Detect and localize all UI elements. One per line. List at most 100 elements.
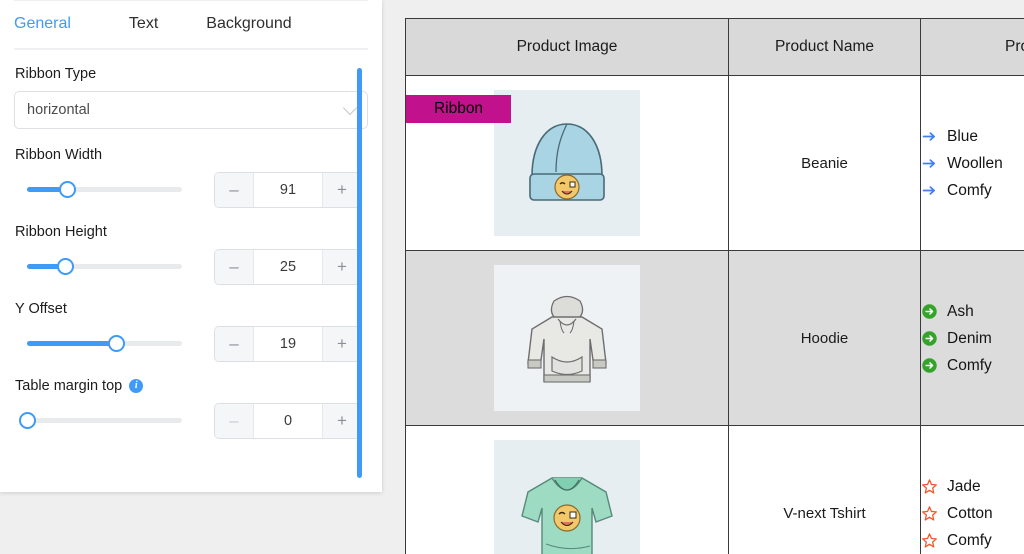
feature-label: Comfy [947, 181, 992, 199]
table-margin-top-stepper[interactable]: – 0 + [214, 403, 362, 439]
table-row: Ribbon Beanie Blue Woollen Comfy [405, 75, 1024, 251]
feature-label: Blue [947, 127, 979, 145]
panel-scrollbar[interactable] [357, 68, 362, 478]
table-margin-top-slider[interactable] [18, 411, 182, 431]
feature-list: Blue Woollen Comfy [921, 123, 1024, 204]
feature-label: Ash [947, 302, 974, 320]
y-offset-decrement[interactable]: – [215, 327, 254, 361]
circle-arrow-right-icon [922, 357, 937, 373]
table-margin-top-label: Table margin top i [15, 378, 368, 394]
tab-background[interactable]: Background [206, 15, 291, 33]
ribbon-width-value[interactable]: 91 [254, 173, 322, 207]
table-row: V-next Tshirt Jade Cotton Comfy [405, 425, 1024, 554]
feature-label: Cotton [947, 504, 993, 522]
feature-label: Jade [947, 477, 981, 495]
ribbon-width-decrement[interactable]: – [215, 173, 254, 207]
feature-label: Denim [947, 329, 992, 347]
ribbon-width-increment[interactable]: + [322, 173, 361, 207]
slider-rail [27, 418, 182, 423]
y-offset-slider[interactable] [27, 334, 182, 354]
ribbon-width-label: Ribbon Width [15, 147, 103, 163]
cell-product-image [405, 250, 729, 426]
app-root: General Text Background Ribbon Type hori… [0, 0, 1024, 554]
ribbon-height-label: Ribbon Height [15, 224, 107, 240]
feature-list: Ash Denim Comfy [921, 298, 1024, 379]
slider-knob[interactable] [58, 181, 76, 198]
slider-knob[interactable] [57, 258, 75, 275]
star-outline-icon [922, 505, 937, 521]
product-table-container: Product Image Product Name Product Featu… [405, 18, 1024, 554]
column-header-product-name: Product Name [728, 18, 921, 76]
tab-general[interactable]: General [14, 15, 71, 33]
chevron-down-icon [342, 100, 358, 116]
ribbon-type-select[interactable]: horizontal [14, 91, 368, 129]
list-item: Woollen [921, 150, 1024, 177]
ribbon-type-label: Ribbon Type [15, 66, 97, 82]
info-icon[interactable]: i [129, 379, 144, 393]
cell-product-name: Hoodie [728, 250, 921, 426]
cell-product-image [405, 425, 729, 554]
list-item: Blue [921, 123, 1024, 150]
ribbon-height-value[interactable]: 25 [254, 250, 322, 284]
settings-body: Ribbon Type horizontal Ribbon Width – 91… [0, 50, 382, 480]
ribbon-height-stepper[interactable]: – 25 + [214, 249, 362, 285]
ribbon-height-controls: – 25 + [14, 249, 368, 285]
list-item: Jade [921, 473, 1024, 500]
feature-label: Woollen [947, 154, 1003, 172]
ribbon-width-slider[interactable] [27, 180, 182, 200]
tab-text[interactable]: Text [129, 15, 158, 33]
field-ribbon-type: Ribbon Type horizontal [14, 66, 368, 129]
ribbon-height-slider[interactable] [27, 257, 182, 277]
product-table-body: Ribbon Beanie Blue Woollen Comfy Hoodie … [405, 75, 1024, 554]
ribbon-height-increment[interactable]: + [322, 250, 361, 284]
star-outline-icon [922, 532, 937, 548]
table-margin-top-increment[interactable]: + [322, 404, 361, 438]
table-row: Hoodie Ash Denim Comfy [405, 250, 1024, 426]
settings-tabbar: General Text Background [14, 0, 368, 50]
field-table-margin-top: Table margin top i – 0 + [14, 378, 368, 439]
list-item: Denim [921, 325, 1024, 352]
circle-arrow-right-icon [922, 303, 937, 319]
list-item: Comfy [921, 527, 1024, 554]
slider-fill [27, 341, 117, 346]
column-header-product-image: Product Image [405, 18, 729, 76]
y-offset-increment[interactable]: + [322, 327, 361, 361]
cell-product-name: V-next Tshirt [728, 425, 921, 554]
list-item: Comfy [921, 352, 1024, 379]
table-margin-top-controls: – 0 + [14, 403, 368, 439]
column-header-product-features: Product Features [920, 18, 1024, 76]
star-outline-icon [922, 478, 937, 494]
y-offset-label: Y Offset [15, 301, 67, 317]
ribbon-type-value: horizontal [27, 102, 90, 118]
beanie-thumbnail [494, 90, 640, 236]
list-item: Comfy [921, 177, 1024, 204]
y-offset-stepper[interactable]: – 19 + [214, 326, 362, 362]
table-margin-top-decrement[interactable]: – [215, 404, 254, 438]
product-table: Product Image Product Name Product Featu… [405, 18, 1024, 554]
feature-label: Comfy [947, 356, 992, 374]
arrow-right-icon [922, 131, 936, 141]
cell-product-name: Beanie [728, 75, 921, 251]
ribbon-width-controls: – 91 + [14, 172, 368, 208]
cell-product-features: Blue Woollen Comfy [920, 75, 1024, 251]
cell-product-features: Ash Denim Comfy [920, 250, 1024, 426]
slider-knob[interactable] [108, 335, 126, 352]
table-margin-top-label-text: Table margin top [15, 378, 123, 394]
cell-product-image: Ribbon [405, 75, 729, 251]
y-offset-value[interactable]: 19 [254, 327, 322, 361]
tshirt-thumbnail [494, 440, 640, 554]
ribbon-badge[interactable]: Ribbon [406, 95, 511, 123]
list-item: Ash [921, 298, 1024, 325]
slider-knob[interactable] [18, 412, 36, 429]
field-ribbon-height: Ribbon Height – 25 + [14, 224, 368, 285]
cell-product-features: Jade Cotton Comfy [920, 425, 1024, 554]
ribbon-width-stepper[interactable]: – 91 + [214, 172, 362, 208]
circle-arrow-right-icon [922, 330, 937, 346]
y-offset-controls: – 19 + [14, 326, 368, 362]
field-y-offset: Y Offset – 19 + [14, 301, 368, 362]
hoodie-thumbnail [494, 265, 640, 411]
arrow-right-icon [922, 185, 936, 195]
table-margin-top-value[interactable]: 0 [254, 404, 322, 438]
ribbon-height-decrement[interactable]: – [215, 250, 254, 284]
field-ribbon-width: Ribbon Width – 91 + [14, 147, 368, 208]
